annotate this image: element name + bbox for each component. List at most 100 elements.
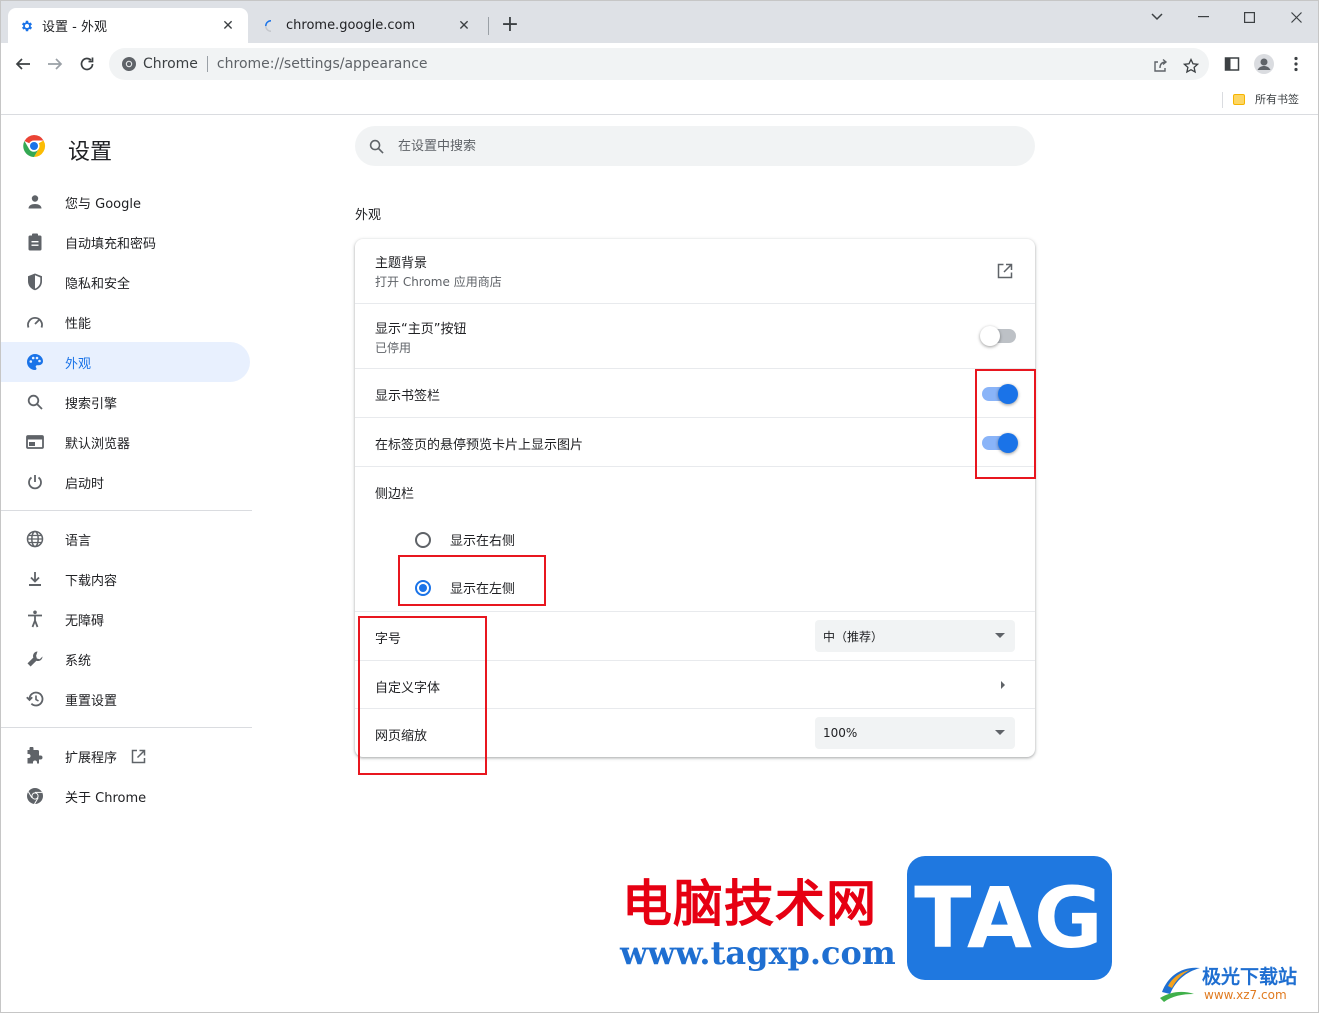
tab-settings-appearance[interactable]: 设置 - 外观 ✕ bbox=[8, 8, 248, 43]
bookmark-bar: 所有书签 bbox=[0, 85, 1319, 115]
settings-search-box[interactable] bbox=[355, 126, 1035, 166]
sidebar-item-label: 系统 bbox=[65, 653, 92, 669]
dropdown-arrow-icon bbox=[995, 633, 1005, 638]
sidebar-item-label: 性能 bbox=[65, 316, 92, 332]
dropdown-arrow-icon bbox=[995, 730, 1005, 735]
wrench-icon bbox=[24, 648, 46, 670]
home-button-toggle[interactable] bbox=[980, 326, 1016, 346]
theme-row[interactable]: 主题背景 打开 Chrome 应用商店 bbox=[355, 239, 1035, 303]
chrome-icon bbox=[24, 785, 46, 807]
tab-title: 设置 - 外观 bbox=[42, 20, 107, 35]
sidebar-item-about-chrome[interactable]: 关于 Chrome bbox=[0, 776, 250, 816]
hover-preview-row[interactable]: 在标签页的悬停预览卡片上显示图片 bbox=[355, 417, 1035, 466]
more-menu-icon[interactable] bbox=[1284, 52, 1308, 76]
watermark-site-url: www.tagxp.com bbox=[620, 934, 896, 972]
sidebar-item-label: 关于 Chrome bbox=[65, 790, 147, 806]
sidebar-item-default-browser[interactable]: 默认浏览器 bbox=[0, 422, 250, 462]
bookmark-star-icon[interactable] bbox=[1182, 57, 1200, 75]
sidebar-item-reset[interactable]: 重置设置 bbox=[0, 679, 250, 719]
watermark-tag-logo: TAG bbox=[907, 856, 1112, 980]
person-icon bbox=[24, 191, 46, 213]
toolbar: Chrome chrome://settings/appearance bbox=[0, 43, 1319, 85]
radio-button-unchecked[interactable] bbox=[415, 531, 431, 548]
aurora-logo-icon bbox=[1158, 962, 1202, 1002]
forward-button[interactable] bbox=[43, 52, 67, 76]
search-icon bbox=[369, 139, 384, 154]
tab-title: chrome.google.com bbox=[286, 18, 416, 33]
speedometer-icon bbox=[24, 311, 46, 333]
sidebar-item-accessibility[interactable]: 无障碍 bbox=[0, 599, 250, 639]
theme-label: 主题背景 bbox=[375, 256, 428, 271]
watermark-site-name: 电脑技术网 bbox=[622, 875, 877, 933]
close-tab-icon[interactable]: ✕ bbox=[456, 18, 472, 34]
globe-icon bbox=[24, 528, 46, 550]
palette-icon bbox=[24, 351, 46, 373]
watermark-brand: 极光下载站 bbox=[1202, 966, 1298, 988]
watermark-brand-url: www.xz7.com bbox=[1204, 988, 1287, 1002]
omnibox[interactable]: Chrome chrome://settings/appearance bbox=[109, 48, 1209, 80]
settings-search-input[interactable] bbox=[398, 138, 958, 154]
sidebar-item-label: 默认浏览器 bbox=[65, 436, 131, 452]
puzzle-icon bbox=[24, 745, 46, 767]
minimize-button[interactable] bbox=[1192, 6, 1214, 28]
sidebar-item-languages[interactable]: 语言 bbox=[0, 519, 250, 559]
omnibox-separator bbox=[206, 56, 208, 72]
tab-chrome-webstore[interactable]: chrome.google.com ✕ bbox=[252, 8, 484, 43]
sidebar-divider bbox=[0, 727, 252, 728]
page-zoom-select[interactable]: 100% bbox=[815, 717, 1015, 749]
sidebar-item-label: 自动填充和密码 bbox=[65, 236, 157, 252]
sidebar-item-search-engine[interactable]: 搜索引擎 bbox=[0, 382, 250, 422]
theme-sublabel: 打开 Chrome 应用商店 bbox=[375, 275, 502, 289]
back-button[interactable] bbox=[11, 52, 35, 76]
sidebar-item-downloads[interactable]: 下载内容 bbox=[0, 559, 250, 599]
reload-button[interactable] bbox=[75, 52, 99, 76]
maximize-button[interactable] bbox=[1238, 6, 1260, 28]
sidebar-item-privacy[interactable]: 隐私和安全 bbox=[0, 262, 250, 302]
sidebar-item-appearance[interactable]: 外观 bbox=[0, 342, 250, 382]
home-button-sublabel: 已停用 bbox=[375, 341, 412, 355]
settings-title: 设置 bbox=[68, 140, 113, 165]
annotation-box-font-zoom bbox=[358, 616, 487, 775]
home-button-label: 显示“主页”按钮 bbox=[375, 322, 467, 337]
new-tab-button[interactable]: + bbox=[498, 14, 522, 38]
chrome-icon bbox=[121, 56, 137, 72]
open-in-new-icon[interactable] bbox=[995, 261, 1015, 281]
close-tab-icon[interactable]: ✕ bbox=[220, 18, 236, 34]
shield-icon bbox=[24, 271, 46, 293]
profile-avatar-icon[interactable] bbox=[1252, 52, 1276, 76]
sidebar-item-you-and-google[interactable]: 您与 Google bbox=[0, 182, 250, 222]
close-window-button[interactable] bbox=[1285, 6, 1307, 28]
home-button-row[interactable]: 显示“主页”按钮 已停用 bbox=[355, 303, 1035, 368]
all-bookmarks-button[interactable]: 所有书签 bbox=[1233, 91, 1299, 107]
side-panel-right-option[interactable]: 显示在右侧 bbox=[415, 530, 515, 549]
annotation-box-toggles bbox=[975, 369, 1036, 479]
external-link-icon bbox=[131, 749, 146, 764]
sidebar-item-label: 启动时 bbox=[65, 476, 105, 492]
bookmarks-bar-label: 显示书签栏 bbox=[375, 389, 441, 404]
accessibility-icon bbox=[24, 608, 46, 630]
sidebar-item-label: 语言 bbox=[65, 533, 92, 549]
sidebar-item-on-startup[interactable]: 启动时 bbox=[0, 462, 250, 502]
side-panel-label: 侧边栏 bbox=[375, 487, 415, 502]
sidebar-item-performance[interactable]: 性能 bbox=[0, 302, 250, 342]
sidebar-item-autofill[interactable]: 自动填充和密码 bbox=[0, 222, 250, 262]
tab-search-chevron-icon[interactable] bbox=[1146, 6, 1168, 28]
sidebar-item-label: 您与 Google bbox=[65, 196, 141, 212]
share-icon[interactable] bbox=[1151, 57, 1169, 75]
search-icon bbox=[24, 391, 46, 413]
side-panel-right-label: 显示在右侧 bbox=[450, 534, 516, 549]
power-icon bbox=[24, 471, 46, 493]
sidebar-item-extensions[interactable]: 扩展程序 bbox=[0, 736, 250, 776]
side-panel-icon[interactable] bbox=[1220, 52, 1244, 76]
sidebar-item-label: 扩展程序 bbox=[65, 750, 118, 766]
font-size-select[interactable]: 中（推荐） bbox=[815, 620, 1015, 652]
sidebar-item-label: 重置设置 bbox=[65, 693, 118, 709]
bookmarks-bar-row[interactable]: 显示书签栏 bbox=[355, 368, 1035, 417]
sidebar-item-label: 下载内容 bbox=[65, 573, 118, 589]
hover-preview-label: 在标签页的悬停预览卡片上显示图片 bbox=[375, 438, 584, 453]
gear-icon bbox=[20, 19, 34, 33]
sidebar-item-system[interactable]: 系统 bbox=[0, 639, 250, 679]
clipboard-icon bbox=[24, 231, 46, 253]
sidebar-item-label: 外观 bbox=[65, 356, 92, 372]
download-icon bbox=[24, 568, 46, 590]
